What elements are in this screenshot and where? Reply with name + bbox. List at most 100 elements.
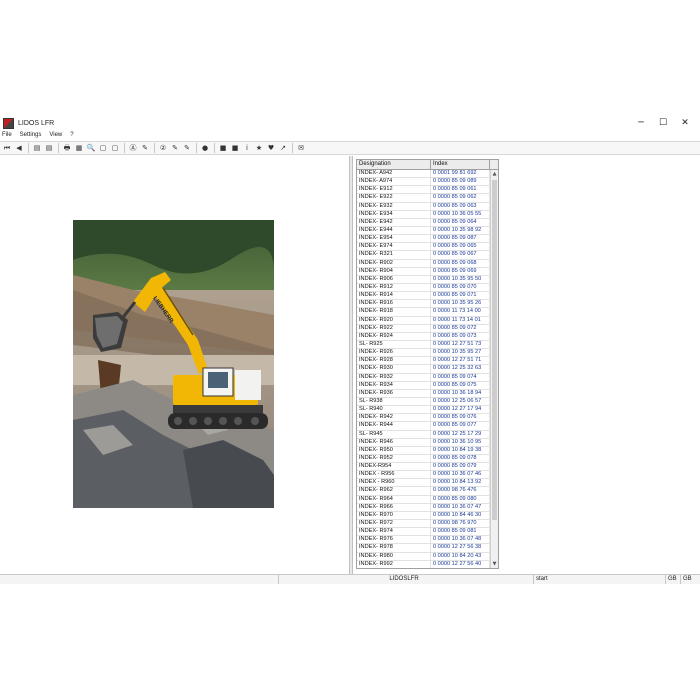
cell-designation: INDEX- R922 xyxy=(357,324,431,332)
cell-index: 0 0000 85 09 062 xyxy=(431,194,490,202)
table-row[interactable]: INDEX- R922 0 0000 85 09 072 xyxy=(357,324,490,333)
table-row[interactable]: INDEX- R920 0 0000 11 73 14 01 xyxy=(357,316,490,325)
menu-file[interactable]: File xyxy=(2,132,12,138)
cell-designation: INDEX- R920 xyxy=(357,316,431,324)
table-row[interactable]: INDEX- R924 0 0000 85 09 073 xyxy=(357,332,490,341)
table-row[interactable]: INDEX- E944 0 0000 10 35 98 92 xyxy=(357,226,490,236)
table-row[interactable]: INDEX- R926 0 0000 10 35 95 27 xyxy=(357,349,490,358)
table-row[interactable]: INDEX - R960 0 0000 10 84 13 92 xyxy=(357,479,490,488)
record-icon[interactable]: ● xyxy=(200,143,210,153)
marker-2-icon[interactable]: ② xyxy=(158,143,168,153)
cell-designation: INDEX- R976 xyxy=(357,536,431,544)
cell-designation: INDEX - R956 xyxy=(357,471,431,479)
column-header-designation[interactable]: Designation xyxy=(357,160,431,169)
table-row[interactable]: INDEX- E934 0 0000 10 36 05 55 xyxy=(357,210,490,219)
table-row[interactable]: INDEX- R932 0 0000 85 09 074 xyxy=(357,373,490,382)
table-row[interactable]: INDEX- R906 0 0000 10 35 95 50 xyxy=(357,275,490,284)
table-row[interactable]: INDEX- R964 0 0000 85 09 080 xyxy=(357,495,490,504)
frame-icon[interactable]: ▢ xyxy=(110,143,120,153)
cell-designation: INDEX- R978 xyxy=(357,544,431,552)
table-row[interactable]: INDEX- R972 0 0000 98 76 970 xyxy=(357,520,490,529)
table-row[interactable]: INDEX- R918 0 0000 11 73 14 00 xyxy=(357,308,490,317)
table-row[interactable]: INDEX- A942 0 0001 99 81 692 xyxy=(357,170,490,179)
cell-designation: INDEX- R962 xyxy=(357,487,431,495)
grid-icon[interactable]: ▦ xyxy=(74,143,84,153)
toolbar-separator xyxy=(28,143,29,153)
table-row[interactable]: INDEX- E974 0 0000 85 09 065 xyxy=(357,243,490,252)
table-row[interactable]: INDEX- R992 0 0000 12 27 56 40 xyxy=(357,560,490,568)
table-row[interactable]: INDEX- R970 0 0000 10 84 46 30 xyxy=(357,511,490,521)
menu-settings[interactable]: Settings xyxy=(20,132,42,138)
table-row[interactable]: INDEX- R978 0 0000 12 27 56 38 xyxy=(357,544,490,553)
table-row[interactable]: INDEX- R966 0 0000 10 36 07 47 xyxy=(357,503,490,512)
page-icon[interactable]: ▤ xyxy=(44,143,54,153)
scroll-down-icon[interactable]: ▼ xyxy=(491,560,498,568)
table-row[interactable]: INDEX- R974 0 0000 85 09 081 xyxy=(357,528,490,537)
table-row[interactable]: INDEX- R916 0 0000 10 35 95 26 xyxy=(357,300,490,309)
scroll-thumb[interactable] xyxy=(492,180,497,520)
cell-index: 0 0000 10 35 95 27 xyxy=(431,349,490,357)
marker-a-icon[interactable]: Ⓐ xyxy=(128,143,138,153)
table-row[interactable]: INDEX- R936 0 0000 10 36 18 94 xyxy=(357,389,490,398)
edit-icon[interactable]: ✎ xyxy=(170,143,180,153)
table-row[interactable]: SL- R945 0 0000 12 25 17 29 xyxy=(357,430,490,439)
first-icon[interactable]: ⏮ xyxy=(2,143,12,153)
edit-icon[interactable]: ✎ xyxy=(140,143,150,153)
table-row[interactable]: INDEX- E932 0 0000 85 09 063 xyxy=(357,202,490,211)
cell-index: 0 0000 10 84 46 30 xyxy=(431,511,490,520)
scroll-up-icon[interactable]: ▲ xyxy=(491,170,498,178)
page-icon[interactable]: ▤ xyxy=(32,143,42,153)
table-row[interactable]: INDEX- R976 0 0000 10 36 07 48 xyxy=(357,536,490,545)
color-icon[interactable]: ■ xyxy=(230,143,240,153)
maximize-button[interactable]: ☐ xyxy=(652,116,674,130)
stop-icon[interactable]: ■ xyxy=(218,143,228,153)
table-row[interactable]: SL- R940 0 0000 12 27 17 94 xyxy=(357,406,490,415)
cell-designation: SL- R945 xyxy=(357,430,431,438)
table-row[interactable]: INDEX- R321 0 0000 85 09 067 xyxy=(357,251,490,260)
table-row[interactable]: INDEX - R956 0 0000 10 36 07 46 xyxy=(357,471,490,480)
table-row[interactable]: INDEX- R928 0 0000 12 27 51 71 xyxy=(357,357,490,366)
table-row[interactable]: INDEX-R954 0 0000 85 09 079 xyxy=(357,463,490,472)
favorite-icon[interactable]: ♥ xyxy=(266,143,276,153)
table-row[interactable]: INDEX- R962 0 0000 98 76 476 xyxy=(357,487,490,496)
minimize-button[interactable]: ─ xyxy=(630,116,652,130)
table-row[interactable]: INDEX- E922 0 0000 85 09 062 xyxy=(357,194,490,203)
table-scrollbar[interactable]: ▲ ▼ xyxy=(490,170,498,568)
print-icon[interactable]: 🖶 xyxy=(62,143,72,153)
table-row[interactable]: INDEX- R912 0 0000 85 09 070 xyxy=(357,283,490,293)
cell-index: 0 0000 12 25 06 57 xyxy=(431,397,490,406)
mail-icon[interactable]: ✉ xyxy=(296,143,306,153)
star-icon[interactable]: ★ xyxy=(254,143,264,153)
frame-icon[interactable]: ▢ xyxy=(98,143,108,153)
column-header-index[interactable]: Index xyxy=(431,160,490,169)
info-icon[interactable]: i xyxy=(242,143,252,153)
close-button[interactable]: ✕ xyxy=(674,116,696,130)
table-row[interactable]: SL- R938 0 0000 12 25 06 57 xyxy=(357,397,490,407)
table-row[interactable]: INDEX- R904 0 0000 85 09 069 xyxy=(357,267,490,276)
menu-view[interactable]: View xyxy=(49,132,62,138)
table-row[interactable]: INDEX- R914 0 0000 85 09 071 xyxy=(357,292,490,301)
table-row[interactable]: INDEX- R952 0 0000 85 09 078 xyxy=(357,454,490,464)
cell-designation: INDEX- R321 xyxy=(357,251,431,259)
cell-index: 0 0000 10 36 07 46 xyxy=(431,471,490,479)
table-row[interactable]: INDEX- R950 0 0000 10 84 19 38 xyxy=(357,446,490,455)
table-row[interactable]: INDEX- E954 0 0000 85 09 087 xyxy=(357,235,490,244)
cell-index: 0 0000 12 27 56 40 xyxy=(431,560,490,568)
table-row[interactable]: INDEX- E942 0 0000 85 09 064 xyxy=(357,218,490,227)
table-row[interactable]: INDEX- R934 0 0000 85 09 075 xyxy=(357,381,490,390)
table-row[interactable]: INDEX- R902 0 0000 85 09 068 xyxy=(357,259,490,268)
table-row[interactable]: INDEX- A974 0 0000 85 09 089 xyxy=(357,178,490,187)
table-row[interactable]: INDEX- R942 0 0000 85 09 076 xyxy=(357,414,490,423)
cell-index: 0 0000 85 09 076 xyxy=(431,414,490,422)
prev-icon[interactable]: ◀ xyxy=(14,143,24,153)
menu-help[interactable]: ? xyxy=(70,132,73,138)
export-icon[interactable]: ↗ xyxy=(278,143,288,153)
table-row[interactable]: INDEX- R980 0 0000 10 84 20 43 xyxy=(357,552,490,561)
table-row[interactable]: INDEX- R946 0 0000 10 36 10 95 xyxy=(357,438,490,447)
table-row[interactable]: INDEX- R944 0 0000 85 09 077 xyxy=(357,422,490,431)
table-row[interactable]: INDEX- R930 0 0000 12 25 32 63 xyxy=(357,365,490,374)
edit-icon[interactable]: ✎ xyxy=(182,143,192,153)
zoom-icon[interactable]: 🔍 xyxy=(86,143,96,153)
table-row[interactable]: SL- R925 0 0000 12 27 51 73 xyxy=(357,340,490,350)
table-row[interactable]: INDEX- E912 0 0000 85 09 061 xyxy=(357,186,490,195)
